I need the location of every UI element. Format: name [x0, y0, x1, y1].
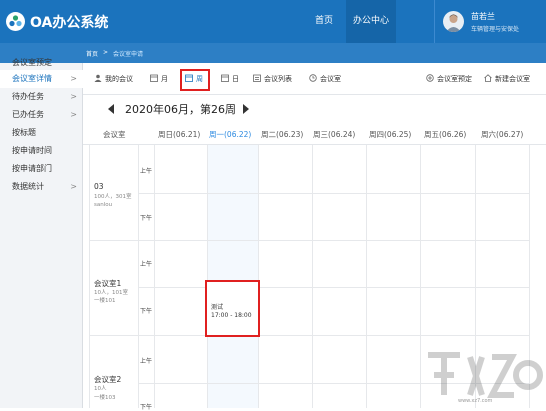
chevron-right-icon: >	[70, 74, 77, 83]
meeting-room-label: 会议室	[320, 75, 341, 83]
previous-week-icon[interactable]	[108, 104, 114, 114]
room-capacity: 10人	[94, 386, 107, 392]
week-title: 2020年06月，第26周	[125, 103, 236, 116]
chevron-right-icon: >	[70, 92, 77, 101]
period-pm: 下午	[140, 308, 153, 315]
room-column-header: 会议室	[103, 130, 126, 139]
week-view-button[interactable]: 周	[185, 74, 203, 86]
sidebar-item-done[interactable]: 已办任务 >	[0, 106, 83, 124]
avatar[interactable]	[443, 11, 464, 32]
room-booking-label: 会议室预定	[437, 75, 472, 83]
my-meetings-label: 我的会议	[105, 75, 133, 83]
sidebar-item-label: 数据统计	[12, 182, 44, 191]
room-location: 一楼103	[94, 395, 116, 401]
meeting-list-button[interactable]: 会议列表	[253, 74, 292, 86]
day-view-label: 日	[232, 75, 239, 83]
user-icon	[94, 74, 102, 82]
sidebar-item-todo[interactable]: 待办任务 >	[0, 88, 83, 106]
day-header-mon: 周一(06.22)	[209, 130, 252, 139]
room-name: 会议室1	[94, 279, 122, 288]
app-logo-icon	[6, 12, 25, 31]
next-week-icon[interactable]	[243, 104, 249, 114]
clock-icon	[309, 74, 317, 82]
room-location: 一楼101	[94, 298, 116, 304]
sidebar-item-label: 待办任务	[12, 92, 44, 101]
sidebar: 会议室预定 会议室详情 > 待办任务 > 已办任务 > 按标题 按申请时间 按申请部门…	[0, 58, 83, 408]
calendar-header: 会议室 周日(06.21) 周一(06.22) 周二(06.23) 周三(06.…	[83, 123, 546, 145]
month-view-label: 月	[161, 75, 168, 83]
calendar-icon	[221, 74, 229, 82]
period-am: 上午	[140, 261, 153, 268]
user-profile[interactable]: 苗若兰 车辆管理与安保处	[434, 0, 546, 43]
sidebar-item-by-time[interactable]: 按申请时间	[0, 142, 83, 160]
sidebar-item-by-dept[interactable]: 按申请部门	[0, 160, 83, 178]
event-title: 测试	[211, 304, 224, 311]
app-title: OA办公系统	[30, 15, 109, 31]
room-name: 03	[94, 182, 104, 191]
user-name: 苗若兰	[471, 12, 495, 21]
top-navigation-bar: OA办公系统 首页 办公中心 苗若兰 车辆管理与安保处	[0, 0, 546, 43]
period-am: 上午	[140, 168, 153, 175]
breadcrumb-home[interactable]: 首页	[86, 49, 98, 58]
day-view-button[interactable]: 日	[221, 74, 239, 86]
list-icon	[253, 74, 261, 82]
room-booking-button[interactable]: 会议室预定	[426, 74, 472, 86]
meeting-room-button[interactable]: 会议室	[309, 74, 341, 86]
calendar-icon	[150, 74, 158, 82]
period-pm: 下午	[140, 404, 153, 411]
week-navigator: 2020年06月，第26周	[83, 95, 546, 123]
chevron-right-icon: >	[70, 182, 77, 191]
room-capacity: 10人，101室	[94, 290, 128, 296]
home-icon	[484, 74, 492, 82]
month-view-button[interactable]: 月	[150, 74, 168, 86]
view-toolbar: 我的会议 月 周 日 会议列表 会议室 会议室预定 新建会议室	[83, 63, 546, 95]
day-header-sat: 周六(06.27)	[481, 130, 524, 139]
breadcrumb-current: 会议室申请	[113, 51, 144, 58]
today-column	[207, 145, 258, 408]
sidebar-item-label: 会议室预定	[12, 58, 52, 67]
day-header-tue: 周二(06.23)	[261, 130, 304, 139]
sidebar-item-label: 已办任务	[12, 110, 44, 119]
sidebar-item-room-details[interactable]: 会议室详情 >	[0, 70, 83, 88]
meeting-list-label: 会议列表	[264, 75, 292, 83]
calendar-icon	[185, 74, 193, 82]
room-location: sanlou	[94, 202, 113, 208]
my-meetings-button[interactable]: 我的会议	[94, 74, 133, 86]
day-header-sun: 周日(06.21)	[158, 130, 201, 139]
new-room-button[interactable]: 新建会议室	[484, 74, 530, 86]
room-name: 会议室2	[94, 375, 122, 384]
meeting-event[interactable]: 测试 17:00 - 18:00	[205, 280, 260, 337]
period-pm: 下午	[140, 215, 153, 222]
period-am: 上午	[140, 358, 153, 365]
sidebar-item-label: 会议室详情	[12, 74, 52, 83]
sidebar-item-by-title[interactable]: 按标题	[0, 124, 83, 142]
sidebar-item-label: 按申请部门	[12, 164, 52, 173]
sidebar-item-label: 按申请时间	[12, 146, 52, 155]
room-capacity: 100人，301室	[94, 194, 132, 200]
day-header-wed: 周三(06.24)	[313, 130, 356, 139]
nav-home[interactable]: 首页	[302, 0, 346, 43]
day-header-thu: 周四(06.25)	[369, 130, 412, 139]
sidebar-item-stats[interactable]: 数据统计 >	[0, 178, 83, 196]
day-header-fri: 周五(06.26)	[424, 130, 467, 139]
breadcrumb-separator: >	[103, 49, 109, 56]
watermark-url: www.xz7.com	[458, 398, 493, 404]
plus-circle-icon	[426, 74, 434, 82]
new-room-label: 新建会议室	[495, 75, 530, 83]
user-department: 车辆管理与安保处	[471, 26, 520, 33]
week-view-label: 周	[196, 75, 203, 83]
nav-office-center[interactable]: 办公中心	[346, 0, 396, 43]
event-time: 17:00 - 18:00	[211, 312, 252, 319]
chevron-right-icon: >	[70, 110, 77, 119]
sidebar-item-label: 按标题	[12, 128, 36, 137]
